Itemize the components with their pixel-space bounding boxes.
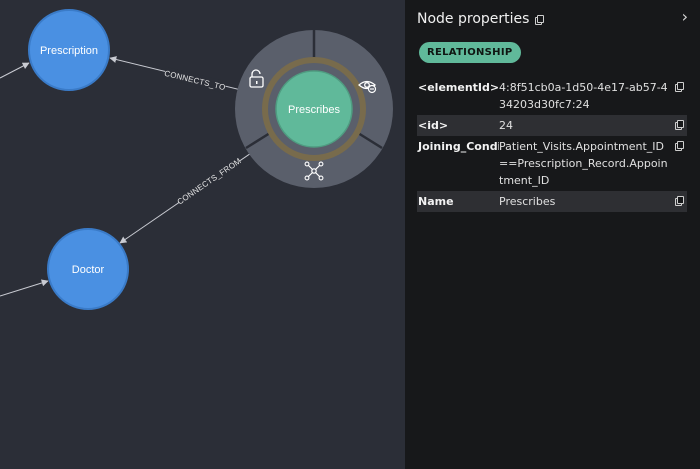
property-row-joining-condition: Joining_Condi Patient_Visits.Appointment… [417, 136, 687, 191]
node-doctor[interactable]: Doctor [47, 228, 129, 310]
property-value: 24 [499, 119, 513, 132]
graph-svg: CONNECTS_TO CONNECTS_FROM Prescription D… [0, 9, 393, 310]
panel-header: Node properties [417, 11, 545, 27]
property-row-elementid: <elementId> 4:8f51cb0a-1d50-4e17-ab57-43… [417, 77, 687, 115]
property-key: Joining_Condi [418, 140, 499, 153]
property-row-name: Name Prescribes [417, 191, 687, 212]
copy-icon[interactable] [675, 196, 684, 206]
graph-canvas[interactable]: CONNECTS_TO CONNECTS_FROM Prescription D… [0, 0, 405, 469]
property-row-id: <id> 24 [417, 115, 687, 136]
relationship-badge[interactable]: RELATIONSHIP [419, 42, 521, 63]
property-key: <elementId> [418, 81, 499, 94]
node-prescribes-selected[interactable]: Prescribes [275, 70, 353, 148]
copy-icon[interactable] [675, 120, 684, 130]
copy-icon[interactable] [535, 14, 545, 25]
property-key: Name [418, 195, 454, 208]
panel-title: Node properties [417, 11, 530, 27]
node-label: Prescription [40, 45, 98, 57]
properties-table: <elementId> 4:8f51cb0a-1d50-4e17-ab57-43… [417, 77, 687, 212]
copy-icon[interactable] [675, 141, 684, 151]
edge-offscreen-to-prescription[interactable] [0, 62, 30, 79]
edge-offscreen-to-doctor[interactable] [0, 279, 49, 297]
copy-icon[interactable] [675, 82, 684, 92]
property-key: <id> [418, 119, 449, 132]
property-value: Patient_Visits.Appointment_ID==Prescript… [499, 140, 668, 187]
node-prescription[interactable]: Prescription [28, 9, 110, 91]
property-value: 4:8f51cb0a-1d50-4e17-ab57-434203d30fc7:2… [499, 81, 668, 111]
edge-label-connects-from: CONNECTS_FROM [176, 156, 243, 206]
chevron-right-icon[interactable]: › [682, 7, 688, 26]
node-label: Doctor [72, 264, 105, 276]
properties-panel: Node properties › RELATIONSHIP <elementI… [405, 0, 700, 469]
node-label: Prescribes [288, 104, 340, 116]
property-value: Prescribes [499, 195, 556, 208]
